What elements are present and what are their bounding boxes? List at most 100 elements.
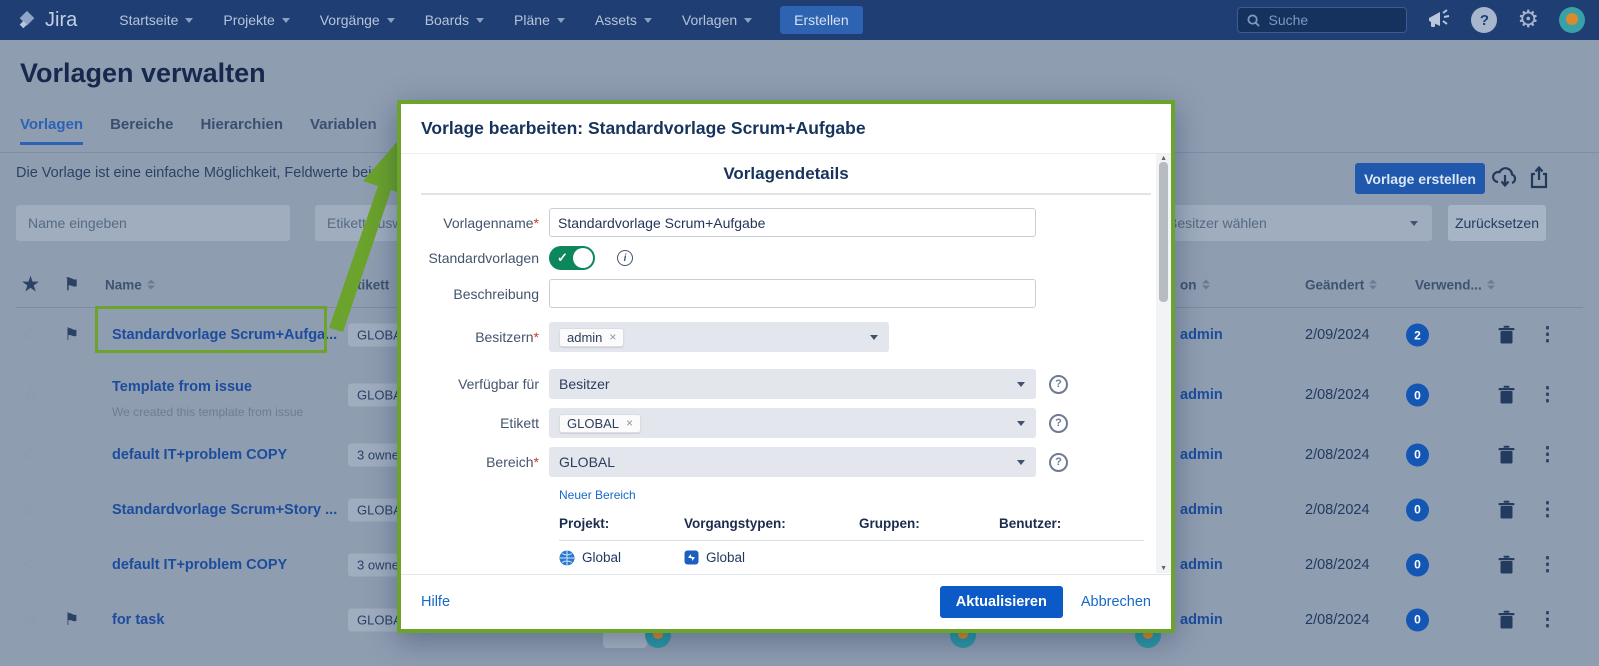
sort-icon (1369, 280, 1377, 290)
info-icon[interactable]: i (617, 250, 633, 266)
nav-item-boards[interactable]: Boards (425, 12, 484, 28)
row-actions-kebab-icon[interactable]: ⋮ (1538, 324, 1557, 347)
nav-item-vorlagen[interactable]: Vorlagen (682, 12, 752, 28)
favorite-star-icon[interactable]: ☆ (22, 324, 39, 347)
nav-item-plaene[interactable]: Pläne (514, 12, 565, 28)
available-for-select[interactable]: Besitzer (549, 369, 1036, 399)
trash-icon[interactable] (1498, 386, 1515, 405)
help-icon[interactable]: ? (1471, 7, 1497, 33)
issuetype-global-icon (684, 550, 699, 565)
page-title: Vorlagen verwalten (20, 58, 266, 89)
column-header-verwendungen[interactable]: Verwend... (1415, 277, 1495, 292)
template-name-link[interactable]: Standardvorlage Scrum+Aufga... (112, 327, 337, 343)
import-cloud-icon[interactable] (1492, 166, 1518, 190)
flag-icon[interactable]: ⚑ (64, 325, 79, 345)
row-actions-kebab-icon[interactable]: ⋮ (1538, 384, 1557, 407)
update-button[interactable]: Aktualisieren (940, 586, 1063, 618)
trash-icon[interactable] (1498, 326, 1515, 345)
trash-icon[interactable] (1498, 445, 1515, 464)
owner-link[interactable]: admin (1180, 612, 1223, 628)
owner-link[interactable]: admin (1180, 447, 1223, 463)
modified-date: 2/08/2024 (1305, 557, 1370, 573)
trash-icon[interactable] (1498, 610, 1515, 629)
favorite-star-icon[interactable]: ☆ (22, 553, 39, 576)
scope-select[interactable]: GLOBAL (549, 447, 1036, 477)
scrollbar-thumb[interactable] (1159, 162, 1168, 302)
chevron-down-icon (644, 18, 652, 23)
owner-link[interactable]: admin (1180, 557, 1223, 573)
nav-menu: Startseite Projekte Vorgänge Boards Plän… (119, 12, 752, 28)
export-share-icon[interactable] (1528, 166, 1550, 190)
remove-chip-icon[interactable]: × (626, 416, 633, 430)
tab-vorlagen[interactable]: Vorlagen (20, 116, 83, 145)
favorite-star-icon[interactable]: ☆ (22, 443, 39, 466)
reset-button[interactable]: Zurücksetzen (1448, 205, 1546, 241)
favorite-star-icon[interactable]: ☆ (22, 608, 39, 631)
dialog-scrollbar[interactable]: ▲ ▼ (1156, 154, 1171, 573)
filter-name-input[interactable] (16, 205, 290, 241)
row-actions-kebab-icon[interactable]: ⋮ (1538, 498, 1557, 521)
favorite-star-icon[interactable]: ☆ (22, 384, 39, 407)
scope-table-row: Global Global (559, 541, 1144, 573)
trash-icon[interactable] (1498, 555, 1515, 574)
flag-icon[interactable]: ⚑ (64, 610, 79, 630)
user-avatar[interactable] (1559, 7, 1585, 33)
row-actions-kebab-icon[interactable]: ⋮ (1538, 443, 1557, 466)
cancel-button[interactable]: Abbrechen (1081, 594, 1151, 610)
chevron-down-icon (282, 18, 290, 23)
owner-link[interactable]: admin (1180, 502, 1223, 518)
owner-link[interactable]: admin (1180, 387, 1223, 403)
create-template-button[interactable]: Vorlage erstellen (1355, 163, 1485, 194)
star-header-icon[interactable]: ★ (22, 273, 39, 296)
chevron-down-icon (1017, 421, 1025, 426)
help-icon[interactable]: ? (1049, 414, 1068, 433)
jira-logo[interactable]: Jira (16, 9, 77, 32)
modified-date: 2/08/2024 (1305, 502, 1370, 518)
gear-icon[interactable]: ⚙ (1517, 8, 1539, 32)
scroll-down-arrow[interactable]: ▼ (1160, 565, 1167, 572)
trash-icon[interactable] (1498, 500, 1515, 519)
nav-item-startseite[interactable]: Startseite (119, 12, 193, 28)
search-placeholder: Suche (1268, 12, 1308, 28)
search-input[interactable]: Suche (1237, 7, 1407, 33)
sort-icon (147, 280, 155, 290)
template-name-link[interactable]: Standardvorlage Scrum+Story ... (112, 502, 337, 518)
owner-link[interactable]: admin (1180, 327, 1223, 343)
create-button[interactable]: Erstellen (780, 6, 862, 34)
remove-chip-icon[interactable]: × (609, 330, 616, 344)
template-name-input[interactable] (549, 208, 1036, 237)
help-icon[interactable]: ? (1049, 375, 1068, 394)
field-label-etikett: Etikett (401, 415, 549, 431)
column-header-etikett[interactable]: Etikett (348, 277, 389, 292)
flag-header-icon[interactable]: ⚑ (64, 275, 79, 295)
nav-item-projekte[interactable]: Projekte (223, 12, 289, 28)
megaphone-icon[interactable] (1427, 9, 1451, 31)
scroll-up-arrow[interactable]: ▲ (1160, 155, 1167, 162)
favorite-star-icon[interactable]: ☆ (22, 498, 39, 521)
tab-hierarchien[interactable]: Hierarchien (200, 116, 283, 145)
template-name-link[interactable]: for task (112, 612, 164, 628)
row-actions-kebab-icon[interactable]: ⋮ (1538, 553, 1557, 576)
column-header-geaendert[interactable]: Geändert (1305, 277, 1377, 292)
field-label-verfuegbar-fuer: Verfügbar für (401, 376, 549, 392)
help-icon[interactable]: ? (1049, 453, 1068, 472)
nav-item-vorgaenge[interactable]: Vorgänge (320, 12, 395, 28)
label-select[interactable]: GLOBAL× (549, 408, 1036, 438)
owners-select[interactable]: admin× (549, 322, 889, 352)
column-header-name[interactable]: Name (105, 277, 155, 292)
usage-count-badge: 0 (1406, 608, 1429, 631)
scope-preview-table: Projekt: Vorgangstypen: Gruppen: Benutze… (559, 516, 1144, 573)
help-link[interactable]: Hilfe (421, 594, 450, 610)
template-name-link[interactable]: default IT+problem COPY (112, 557, 287, 573)
template-name-link[interactable]: default IT+problem COPY (112, 447, 287, 463)
nav-item-assets[interactable]: Assets (595, 12, 652, 28)
row-actions-kebab-icon[interactable]: ⋮ (1538, 608, 1557, 631)
default-template-toggle[interactable]: ✓ (549, 246, 595, 270)
new-scope-link[interactable]: Neuer Bereich (559, 488, 636, 502)
column-header-owner-partial[interactable]: on (1180, 277, 1210, 292)
tab-variablen[interactable]: Variablen (310, 116, 377, 145)
scope-col-projekt: Projekt: (559, 516, 684, 531)
tab-bereiche[interactable]: Bereiche (110, 116, 173, 145)
template-name-link[interactable]: Template from issue (112, 379, 252, 395)
description-input[interactable] (549, 279, 1036, 308)
